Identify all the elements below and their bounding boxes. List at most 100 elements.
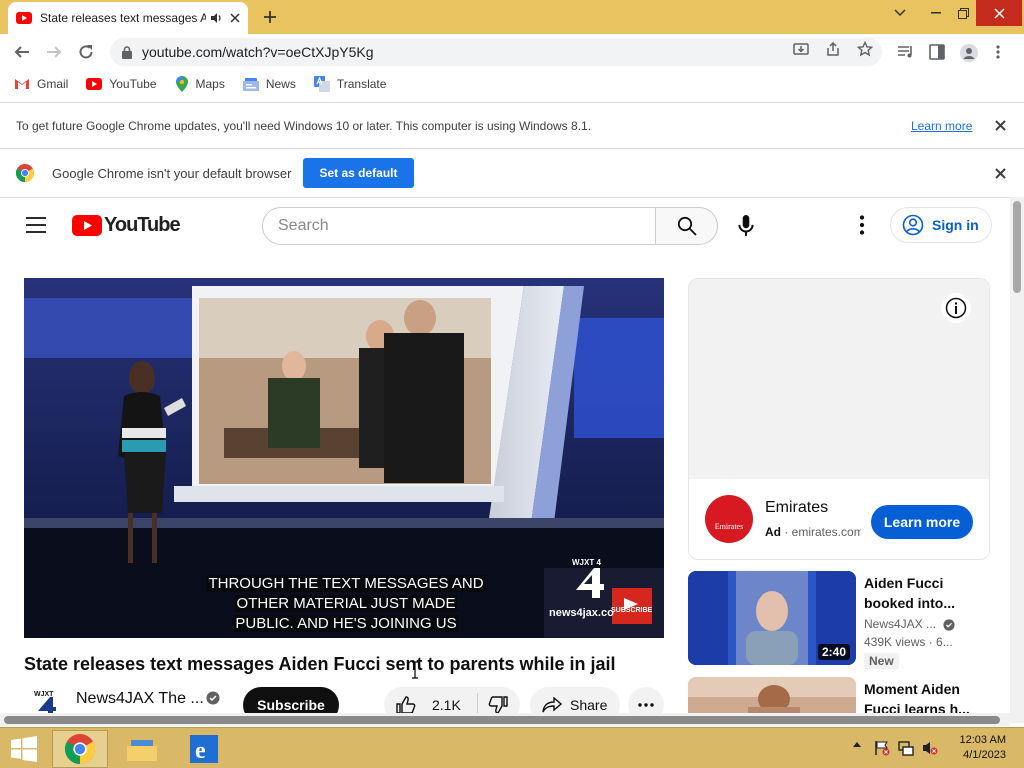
sign-in-button[interactable]: Sign in	[890, 207, 992, 243]
lock-icon[interactable]	[122, 45, 132, 59]
taskbar-internet-explorer[interactable]: e	[176, 730, 232, 768]
thumbs-down-icon	[488, 696, 508, 713]
side-panel-icon[interactable]	[929, 44, 947, 62]
bookmark-label: News	[265, 77, 296, 91]
bookmarks-bar: Gmail YouTube Maps News Translate	[0, 70, 1024, 98]
channel-name[interactable]: News4JAX The ...	[76, 690, 204, 708]
recommended-title[interactable]: Moment Aiden Fucci learns h...	[864, 679, 974, 713]
bookmark-star-icon[interactable]	[857, 41, 873, 57]
emirates-logo[interactable]: Emirates	[705, 495, 753, 543]
recommended-channel: News4JAX ...	[864, 617, 955, 631]
forward-icon[interactable]	[44, 42, 64, 62]
search-input[interactable]: Search	[262, 207, 656, 245]
youtube-page: YouTube Search Sign in WJXT 4 news4jax.c…	[0, 197, 1010, 713]
search-button[interactable]	[655, 207, 718, 245]
like-button[interactable]: 2.1K	[384, 693, 478, 713]
ad-domain: emirates.com	[791, 525, 861, 539]
browser-toolbar: youtube.com/watch?v=oeCtXJpY5Kg	[0, 34, 1024, 70]
clock-date: 4/1/2023	[963, 749, 1006, 761]
share-label: Share	[570, 697, 608, 713]
address-bar[interactable]: youtube.com/watch?v=oeCtXJpY5Kg	[110, 38, 882, 66]
recommended-channel-name: News4JAX ...	[864, 617, 937, 631]
profile-avatar-icon[interactable]	[960, 44, 978, 62]
more-horizontal-icon	[638, 703, 654, 707]
horizontal-scroll-thumb[interactable]	[4, 716, 1000, 724]
video-thumbnail[interactable]	[688, 677, 856, 713]
share-button[interactable]: Share	[530, 687, 620, 713]
recommended-title[interactable]: Aiden Fucci booked into...	[864, 573, 974, 613]
learn-more-link[interactable]: Learn more	[911, 119, 972, 133]
chrome-icon	[65, 734, 95, 764]
network-icon[interactable]	[898, 740, 916, 756]
close-infobar-icon[interactable]	[995, 120, 1006, 131]
taskbar-file-explorer[interactable]	[114, 730, 170, 768]
sign-in-label: Sign in	[932, 217, 979, 233]
hamburger-menu-icon[interactable]	[26, 217, 46, 233]
video-thumbnail[interactable]: 2:40	[688, 571, 856, 665]
set-as-default-button[interactable]: Set as default	[303, 158, 414, 188]
close-default-bar-icon[interactable]	[995, 167, 1006, 179]
tab-search-icon[interactable]	[888, 0, 912, 26]
recommended-video[interactable]: Moment Aiden Fucci learns h...	[688, 677, 990, 713]
verified-badge-icon	[943, 619, 955, 631]
url-text[interactable]: youtube.com/watch?v=oeCtXJpY5Kg	[142, 44, 374, 60]
action-center-icon[interactable]	[874, 740, 890, 756]
horizontal-scrollbar[interactable]	[0, 713, 1010, 726]
bookmark-gmail[interactable]: Gmail	[14, 77, 68, 91]
ad-subline: Ad · emirates.com	[765, 525, 861, 539]
ad-info-icon[interactable]	[941, 293, 971, 323]
share-page-icon[interactable]	[825, 41, 841, 57]
more-actions-button[interactable]	[628, 687, 664, 713]
dislike-button[interactable]	[478, 696, 508, 713]
subscribe-button[interactable]: Subscribe	[243, 687, 339, 713]
settings-menu-icon[interactable]	[852, 215, 872, 235]
news-icon	[242, 77, 259, 91]
update-infobar: To get future Google Chrome updates, you…	[0, 102, 1024, 148]
recommended-video[interactable]: 2:40 Aiden Fucci booked into... News4JAX…	[688, 571, 990, 669]
back-icon[interactable]	[12, 42, 32, 62]
ad-advertiser[interactable]: Emirates	[765, 499, 828, 517]
channel-avatar[interactable]: WJXT	[32, 687, 62, 713]
media-control-icon[interactable]	[897, 44, 915, 62]
active-tab[interactable]: State releases text messages Aiden Fucci…	[8, 2, 248, 34]
video-player[interactable]: WJXT 4 news4jax.co SUBSCRIBE THROUGH THE…	[24, 278, 664, 638]
station-logo: WJXT 4	[572, 558, 608, 602]
bookmark-translate[interactable]: Translate	[313, 76, 386, 92]
system-clock[interactable]: 12:03 AM 4/1/2023	[960, 733, 1006, 763]
chrome-menu-icon[interactable]	[996, 44, 1014, 62]
close-tab-icon[interactable]	[230, 13, 240, 23]
vertical-scrollbar[interactable]	[1010, 197, 1024, 723]
sidebar-ad[interactable]: Emirates Emirates Ad · emirates.com Lear…	[688, 278, 990, 560]
reload-icon[interactable]	[76, 42, 96, 62]
new-tab-button[interactable]	[258, 6, 282, 28]
youtube-icon	[86, 78, 103, 90]
restore-button[interactable]	[950, 0, 976, 26]
show-hidden-icons[interactable]	[852, 740, 862, 748]
youtube-logo[interactable]: YouTube	[72, 214, 181, 237]
volume-muted-icon[interactable]	[922, 740, 938, 756]
microphone-icon[interactable]	[736, 215, 756, 237]
windows-taskbar: e 12:03 AM 4/1/2023	[0, 727, 1024, 768]
bookmark-maps[interactable]: Maps	[175, 76, 225, 92]
like-dislike-group: 2.1K	[384, 687, 520, 713]
close-window-button[interactable]	[976, 0, 1022, 26]
caption-line: OTHER MATERIAL JUST MADE	[234, 595, 458, 612]
search-icon	[677, 216, 697, 236]
bookmark-label: Maps	[195, 77, 225, 91]
youtube-favicon-icon	[16, 12, 32, 24]
gmail-icon	[15, 79, 29, 89]
audio-playing-icon[interactable]	[210, 12, 224, 24]
bookmark-news[interactable]: News	[242, 77, 296, 91]
caption-line: THROUGH THE TEXT MESSAGES AND	[206, 575, 486, 592]
vertical-scroll-thumb[interactable]	[1013, 201, 1021, 293]
taskbar-chrome[interactable]	[52, 730, 108, 768]
ad-label: Ad	[765, 525, 781, 539]
learn-more-button[interactable]: Learn more	[871, 505, 973, 539]
video-duration: 2:40	[817, 644, 850, 660]
verified-badge-icon	[206, 691, 220, 705]
text-cursor	[411, 661, 419, 679]
minimize-button[interactable]	[922, 0, 950, 26]
install-app-icon[interactable]	[793, 41, 809, 57]
bookmark-youtube[interactable]: YouTube	[86, 77, 157, 91]
windows-start-icon[interactable]	[0, 730, 48, 768]
